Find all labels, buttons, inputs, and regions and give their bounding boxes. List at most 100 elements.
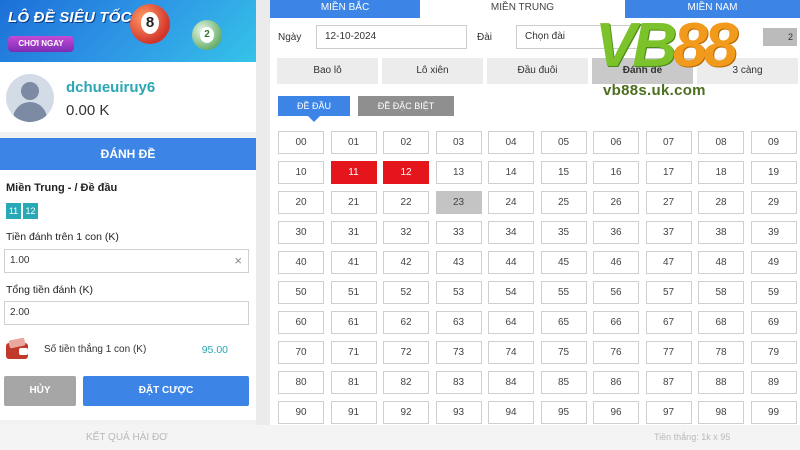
number-cell[interactable]: 61 <box>330 311 377 334</box>
number-cell[interactable]: 84 <box>488 371 534 394</box>
tab-mien-bac[interactable]: MIỀN BẮC <box>270 0 420 18</box>
per-unit-input[interactable]: 1.00 × <box>4 249 249 273</box>
tab-bao-lo[interactable]: Bao lô <box>277 58 378 84</box>
tab-dau-duoi[interactable]: Đầu đuôi <box>487 58 588 84</box>
number-cell[interactable]: 03 <box>435 131 482 154</box>
number-cell[interactable]: 53 <box>435 281 482 304</box>
date-input[interactable]: 12-10-2024 <box>316 25 467 49</box>
number-cell[interactable]: 34 <box>488 221 534 244</box>
number-cell[interactable]: 09 <box>750 131 797 154</box>
number-cell[interactable]: 51 <box>330 281 377 304</box>
number-cell[interactable]: 19 <box>750 161 797 184</box>
number-cell[interactable]: 28 <box>698 191 744 214</box>
cancel-button[interactable]: HỦY <box>4 376 76 406</box>
number-cell[interactable]: 74 <box>488 341 534 364</box>
number-cell[interactable]: 15 <box>540 161 587 184</box>
play-now-button[interactable]: CHƠI NGAY <box>8 36 74 52</box>
number-cell[interactable]: 16 <box>593 161 639 184</box>
number-cell[interactable]: 43 <box>435 251 482 274</box>
number-cell[interactable]: 99 <box>750 401 797 424</box>
number-cell[interactable]: 20 <box>278 191 324 214</box>
number-cell[interactable]: 77 <box>645 341 692 364</box>
selected-chip[interactable]: 12 <box>23 203 38 219</box>
number-cell[interactable]: 41 <box>330 251 377 274</box>
number-cell[interactable]: 68 <box>698 311 744 334</box>
number-cell[interactable]: 60 <box>278 311 324 334</box>
number-cell[interactable]: 98 <box>698 401 744 424</box>
number-cell[interactable]: 17 <box>645 161 692 184</box>
number-cell[interactable]: 45 <box>540 251 587 274</box>
number-cell[interactable]: 73 <box>435 341 482 364</box>
tab-lo-xien[interactable]: Lô xiên <box>382 58 483 84</box>
number-cell[interactable]: 30 <box>278 221 324 244</box>
number-cell[interactable]: 82 <box>383 371 429 394</box>
selected-chip[interactable]: 11 <box>6 203 21 219</box>
number-cell[interactable]: 56 <box>593 281 639 304</box>
number-cell[interactable]: 26 <box>593 191 639 214</box>
number-cell[interactable]: 78 <box>698 341 744 364</box>
number-cell[interactable]: 66 <box>593 311 639 334</box>
number-cell[interactable]: 70 <box>278 341 324 364</box>
number-cell[interactable]: 37 <box>645 221 692 244</box>
number-cell[interactable]: 33 <box>435 221 482 244</box>
number-cell[interactable]: 12 <box>383 161 429 184</box>
place-bet-button[interactable]: ĐẶT CƯỢC <box>83 376 249 406</box>
number-cell[interactable]: 50 <box>278 281 324 304</box>
number-cell[interactable]: 21 <box>330 191 377 214</box>
clear-icon[interactable]: × <box>234 250 242 272</box>
number-cell[interactable]: 58 <box>698 281 744 304</box>
number-cell[interactable]: 18 <box>698 161 744 184</box>
number-cell[interactable]: 07 <box>645 131 692 154</box>
total-input[interactable]: 2.00 <box>4 301 249 325</box>
number-cell[interactable]: 46 <box>593 251 639 274</box>
number-cell[interactable]: 00 <box>278 131 324 154</box>
number-cell[interactable]: 05 <box>540 131 587 154</box>
number-cell[interactable]: 47 <box>645 251 692 274</box>
number-cell[interactable]: 32 <box>383 221 429 244</box>
number-cell[interactable]: 65 <box>540 311 587 334</box>
number-cell[interactable]: 54 <box>488 281 534 304</box>
number-cell[interactable]: 40 <box>278 251 324 274</box>
number-cell[interactable]: 35 <box>540 221 587 244</box>
number-cell[interactable]: 27 <box>645 191 692 214</box>
promo-banner[interactable]: LÔ ĐỀ SIÊU TỐC CHƠI NGAY 8 2 <box>0 0 256 62</box>
number-cell[interactable]: 80 <box>278 371 324 394</box>
number-cell[interactable]: 95 <box>540 401 587 424</box>
number-cell[interactable]: 71 <box>330 341 377 364</box>
number-cell[interactable]: 11 <box>330 161 377 184</box>
number-cell[interactable]: 75 <box>540 341 587 364</box>
number-cell[interactable]: 76 <box>593 341 639 364</box>
number-cell[interactable]: 52 <box>383 281 429 304</box>
number-cell[interactable]: 04 <box>488 131 534 154</box>
number-cell[interactable]: 39 <box>750 221 797 244</box>
number-cell[interactable]: 88 <box>698 371 744 394</box>
number-cell[interactable]: 59 <box>750 281 797 304</box>
number-cell[interactable]: 91 <box>330 401 377 424</box>
number-cell[interactable]: 24 <box>488 191 534 214</box>
number-cell[interactable]: 63 <box>435 311 482 334</box>
number-cell[interactable]: 64 <box>488 311 534 334</box>
number-cell[interactable]: 97 <box>645 401 692 424</box>
number-cell[interactable]: 89 <box>750 371 797 394</box>
number-cell[interactable]: 49 <box>750 251 797 274</box>
number-cell[interactable]: 02 <box>383 131 429 154</box>
number-cell[interactable]: 08 <box>698 131 744 154</box>
number-cell[interactable]: 42 <box>383 251 429 274</box>
number-cell[interactable]: 96 <box>593 401 639 424</box>
number-cell[interactable]: 93 <box>435 401 482 424</box>
number-cell[interactable]: 25 <box>540 191 587 214</box>
number-cell[interactable]: 38 <box>698 221 744 244</box>
number-cell[interactable]: 72 <box>383 341 429 364</box>
number-cell[interactable]: 86 <box>593 371 639 394</box>
number-cell[interactable]: 81 <box>330 371 377 394</box>
number-cell[interactable]: 79 <box>750 341 797 364</box>
number-cell[interactable]: 36 <box>593 221 639 244</box>
number-cell[interactable]: 94 <box>488 401 534 424</box>
number-cell[interactable]: 87 <box>645 371 692 394</box>
number-cell[interactable]: 31 <box>330 221 377 244</box>
number-cell[interactable]: 23 <box>435 191 482 214</box>
tab-de-dau[interactable]: ĐỀ ĐẦU <box>278 96 350 122</box>
number-cell[interactable]: 44 <box>488 251 534 274</box>
number-cell[interactable]: 29 <box>750 191 797 214</box>
number-cell[interactable]: 06 <box>593 131 639 154</box>
